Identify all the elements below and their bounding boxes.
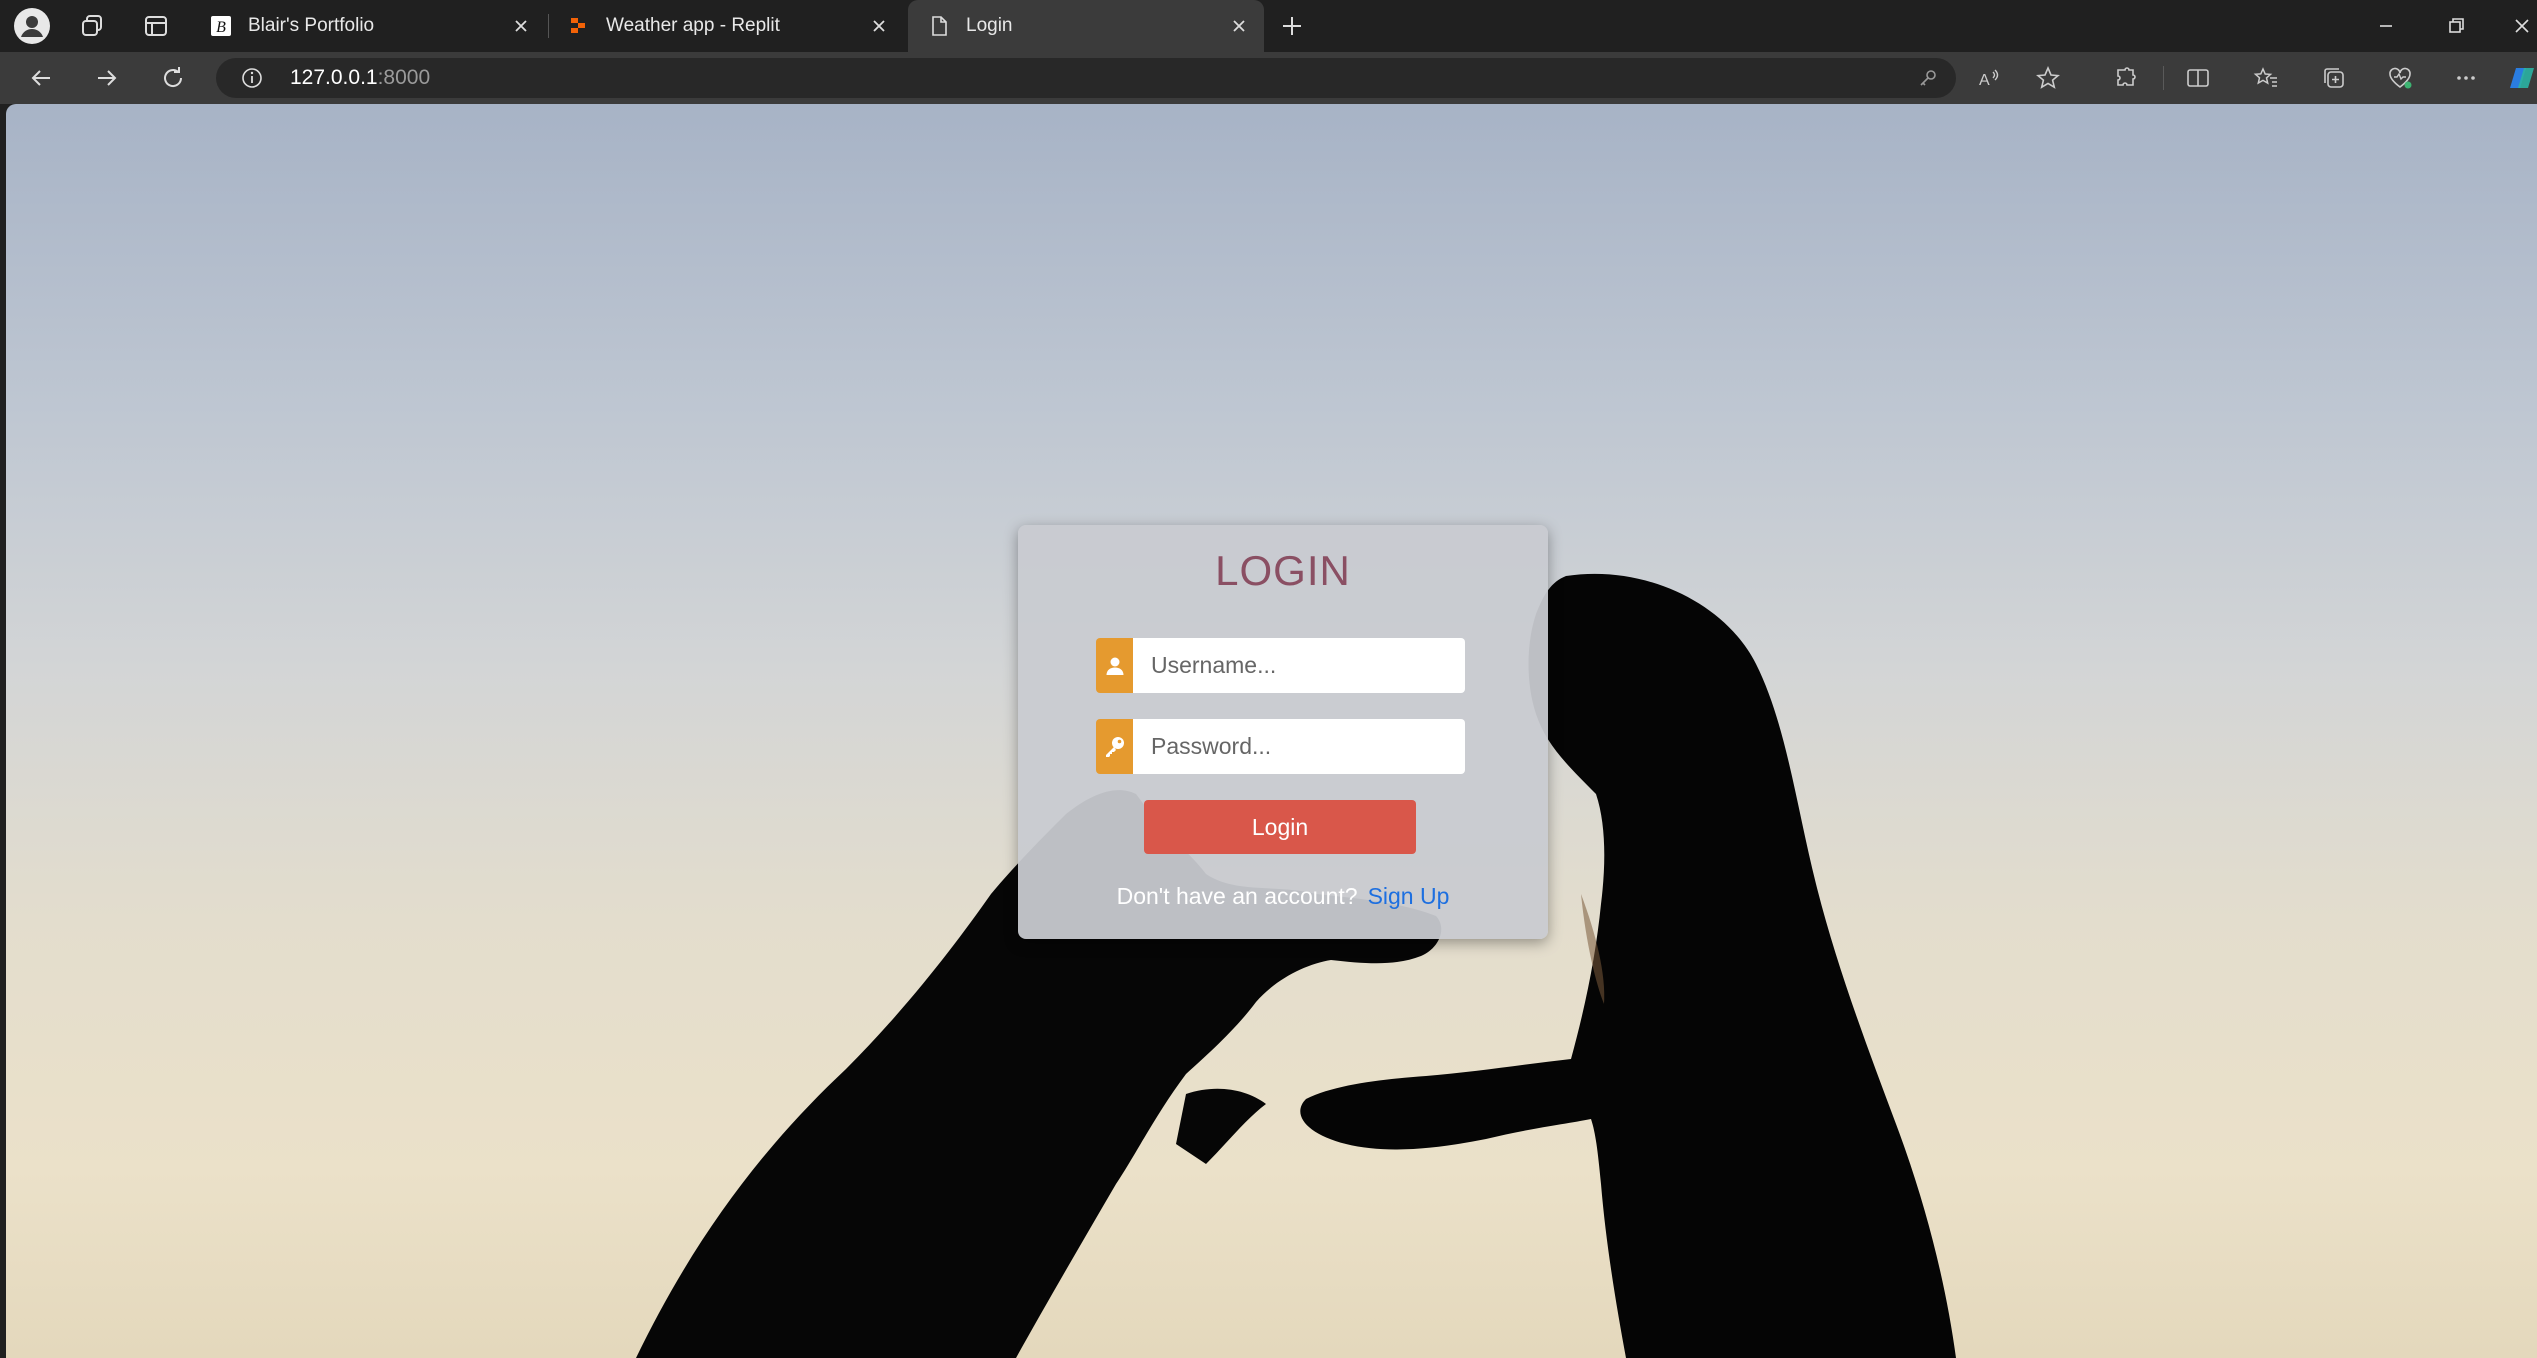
user-icon (1106, 657, 1123, 675)
password-key-icon[interactable] (1916, 66, 1940, 90)
login-button[interactable]: Login (1144, 800, 1416, 854)
tab-weather-app-replit[interactable]: Weather app - Replit (548, 0, 904, 52)
minimize-icon[interactable] (2372, 12, 2400, 40)
username-field (1096, 638, 1465, 693)
split-screen-icon[interactable] (2184, 64, 2212, 92)
close-icon[interactable] (1228, 15, 1250, 37)
workspaces-icon[interactable] (78, 12, 106, 40)
profile-avatar[interactable] (14, 8, 50, 44)
info-icon[interactable] (240, 66, 264, 90)
more-options-icon[interactable] (2452, 64, 2480, 92)
tab-actions-icon[interactable] (142, 12, 170, 40)
close-icon[interactable] (868, 15, 890, 37)
tab-login[interactable]: Login (908, 0, 1264, 52)
back-icon[interactable] (26, 63, 56, 93)
restore-icon[interactable] (2442, 12, 2470, 40)
svg-text:B: B (216, 19, 226, 36)
password-field (1096, 719, 1465, 774)
svg-text:A: A (1979, 72, 1990, 89)
tab-strip: B Blair's Portfolio Weather app - Replit… (0, 0, 2537, 52)
signup-row: Don't have an account? Sign Up (1018, 883, 1548, 910)
extensions-icon[interactable] (2112, 64, 2140, 92)
copilot-icon[interactable] (2508, 64, 2536, 92)
password-prefix (1096, 719, 1133, 774)
tab-blairs-portfolio[interactable]: B Blair's Portfolio (190, 0, 546, 52)
close-icon[interactable] (510, 15, 532, 37)
replit-favicon-icon (571, 18, 585, 33)
login-card: LOGIN Login Don't have an ac (1018, 525, 1548, 939)
favorites-icon[interactable] (2252, 64, 2280, 92)
page-viewport: LOGIN Login Don't have an ac (6, 104, 2537, 1358)
username-prefix (1096, 638, 1133, 693)
url-port: :8000 (377, 66, 431, 89)
page-favicon-icon (932, 16, 947, 36)
tab-label: Blair's Portfolio (248, 15, 375, 36)
url-host: 127.0.0.1 (290, 66, 378, 89)
browser-toolbar: 127.0.0.1:8000 A (0, 52, 2537, 104)
username-input[interactable] (1133, 638, 1465, 693)
favorite-star-icon[interactable] (2034, 64, 2062, 92)
url-text[interactable]: 127.0.0.1:8000 (290, 58, 430, 98)
login-title: LOGIN (1215, 547, 1351, 594)
toolbar-separator (2163, 66, 2164, 90)
forward-icon[interactable] (92, 63, 122, 93)
tab-label: Login (966, 15, 1013, 36)
person-icon (21, 16, 43, 37)
signup-prompt: Don't have an account? (1116, 883, 1358, 909)
new-tab-icon[interactable] (1278, 12, 1306, 40)
key-icon (1105, 736, 1124, 757)
collections-icon[interactable] (2320, 64, 2348, 92)
password-input[interactable] (1133, 719, 1465, 774)
signup-link[interactable]: Sign Up (1368, 883, 1450, 909)
close-window-icon[interactable] (2508, 12, 2536, 40)
refresh-icon[interactable] (158, 63, 188, 93)
address-bar[interactable]: 127.0.0.1:8000 (216, 58, 1956, 98)
portfolio-favicon-icon: B (211, 16, 231, 36)
tab-label: Weather app - Replit (606, 15, 780, 36)
browser-essentials-icon[interactable] (2386, 64, 2414, 92)
read-aloud-icon[interactable]: A (1975, 64, 2003, 92)
